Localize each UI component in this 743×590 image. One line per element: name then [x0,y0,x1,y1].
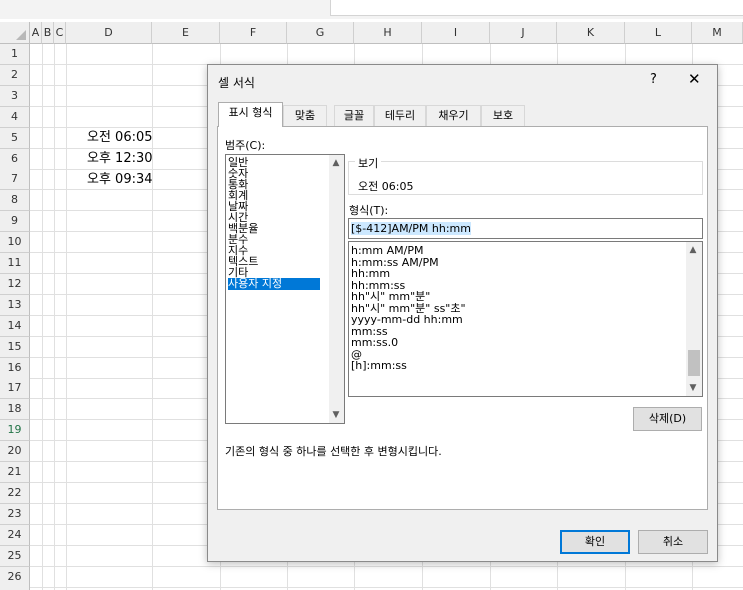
row-header[interactable]: 13 [0,294,30,316]
scroll-up-icon[interactable]: ▲ [686,245,700,255]
row-header[interactable]: 4 [0,106,30,128]
tab-alignment[interactable]: 맞춤 [283,105,327,126]
column-header[interactable]: G [287,22,354,44]
row-header[interactable]: 22 [0,482,30,504]
column-header[interactable]: M [692,22,743,44]
category-list[interactable]: 일반 숫자 통화 회계 날짜 시간 백분율 분수 지수 텍스트 기타 사용자 지정 ▲ ▼ [225,154,345,424]
row-header[interactable]: 7 [0,169,30,191]
column-header[interactable]: B [42,22,54,44]
category-scrollbar[interactable]: ▲ ▼ [329,155,344,423]
select-all-corner[interactable] [0,22,30,44]
row-header[interactable]: 25 [0,545,30,567]
tab-protection[interactable]: 보호 [481,105,525,126]
row-header[interactable]: 8 [0,190,30,212]
row-header[interactable]: 11 [0,253,30,274]
format-cells-dialog: 셀 서식 ? ✕ 표시 형식 맞춤 글꼴 테두리 채우기 보호 범주(C): 일… [207,64,718,562]
column-header[interactable]: H [354,22,422,44]
row-header[interactable]: 18 [0,399,30,421]
format-scrollbar[interactable]: ▲ ▼ [686,242,702,396]
type-input-value: [$-412]AM/PM hh:mm [351,222,471,235]
cell-d6[interactable]: 오후 12:30 [87,149,153,169]
formula-input[interactable] [330,0,743,16]
row-header[interactable]: 19 [0,420,30,442]
type-input[interactable]: [$-412]AM/PM hh:mm [348,218,703,239]
format-item[interactable]: [h]:mm:ss [351,360,407,372]
type-label: 형식(T): [349,204,389,217]
column-header[interactable]: E [152,22,220,44]
cell-d5[interactable]: 오전 06:05 [87,128,153,148]
column-header[interactable]: C [54,22,66,44]
scrollbar-thumb[interactable] [688,350,700,376]
column-header[interactable]: L [625,22,692,44]
grid-line [30,586,743,588]
row-header[interactable]: 24 [0,524,30,546]
formula-bar [0,0,743,19]
row-header[interactable]: 14 [0,315,30,337]
row-header[interactable]: 15 [0,336,30,358]
sample-value: 오전 06:05 [358,180,414,193]
ok-button[interactable]: 확인 [560,530,630,554]
row-header[interactable]: 26 [0,566,30,588]
column-header[interactable]: F [220,22,287,44]
row-header[interactable]: 1 [0,44,30,65]
help-button[interactable]: ? [650,72,657,87]
number-tab-panel: 범주(C): 일반 숫자 통화 회계 날짜 시간 백분율 분수 지수 텍스트 기타 사용자 지정 ▲ … [217,126,708,510]
cell-d7[interactable]: 오후 09:34 [87,170,153,190]
tab-font[interactable]: 글꼴 [334,105,374,126]
row-header[interactable]: 21 [0,462,30,483]
row-header[interactable]: 5 [0,127,30,149]
column-header[interactable]: I [422,22,490,44]
dialog-title: 셀 서식 [218,76,255,90]
tab-fill[interactable]: 채우기 [426,105,481,126]
row-header[interactable]: 9 [0,211,30,233]
close-icon[interactable]: ✕ [688,70,701,88]
format-list[interactable]: h:mm AM/PM h:mm:ss AM/PM hh:mm hh:mm:ss hh"시… [348,241,703,397]
tab-number[interactable]: 표시 형식 [218,102,283,127]
row-header[interactable]: 2 [0,64,30,86]
row-header[interactable]: 12 [0,273,30,295]
category-label: 범주(C): [225,139,266,152]
delete-button[interactable]: 삭제(D) [633,407,702,431]
row-header[interactable]: 3 [0,85,30,107]
row-header[interactable]: 17 [0,378,30,400]
category-item[interactable]: 사용자 지정 [228,278,320,290]
column-header[interactable]: J [490,22,557,44]
sample-label: 보기 [355,155,382,171]
column-header[interactable]: A [30,22,42,44]
row-header[interactable]: 10 [0,232,30,254]
row-header[interactable]: 20 [0,441,30,463]
row-header[interactable]: 16 [0,357,30,379]
scroll-up-icon[interactable]: ▲ [329,158,343,168]
grid-line [30,565,743,567]
cancel-button[interactable]: 취소 [638,530,708,554]
row-header[interactable]: 23 [0,503,30,525]
row-header[interactable]: 6 [0,148,30,170]
column-header[interactable]: D [66,22,152,44]
format-description: 기존의 형식 중 하나를 선택한 후 변형시킵니다. [225,445,442,458]
scroll-down-icon[interactable]: ▼ [686,383,700,393]
tab-border[interactable]: 테두리 [374,105,426,126]
column-header[interactable]: K [557,22,625,44]
scroll-down-icon[interactable]: ▼ [329,410,343,420]
